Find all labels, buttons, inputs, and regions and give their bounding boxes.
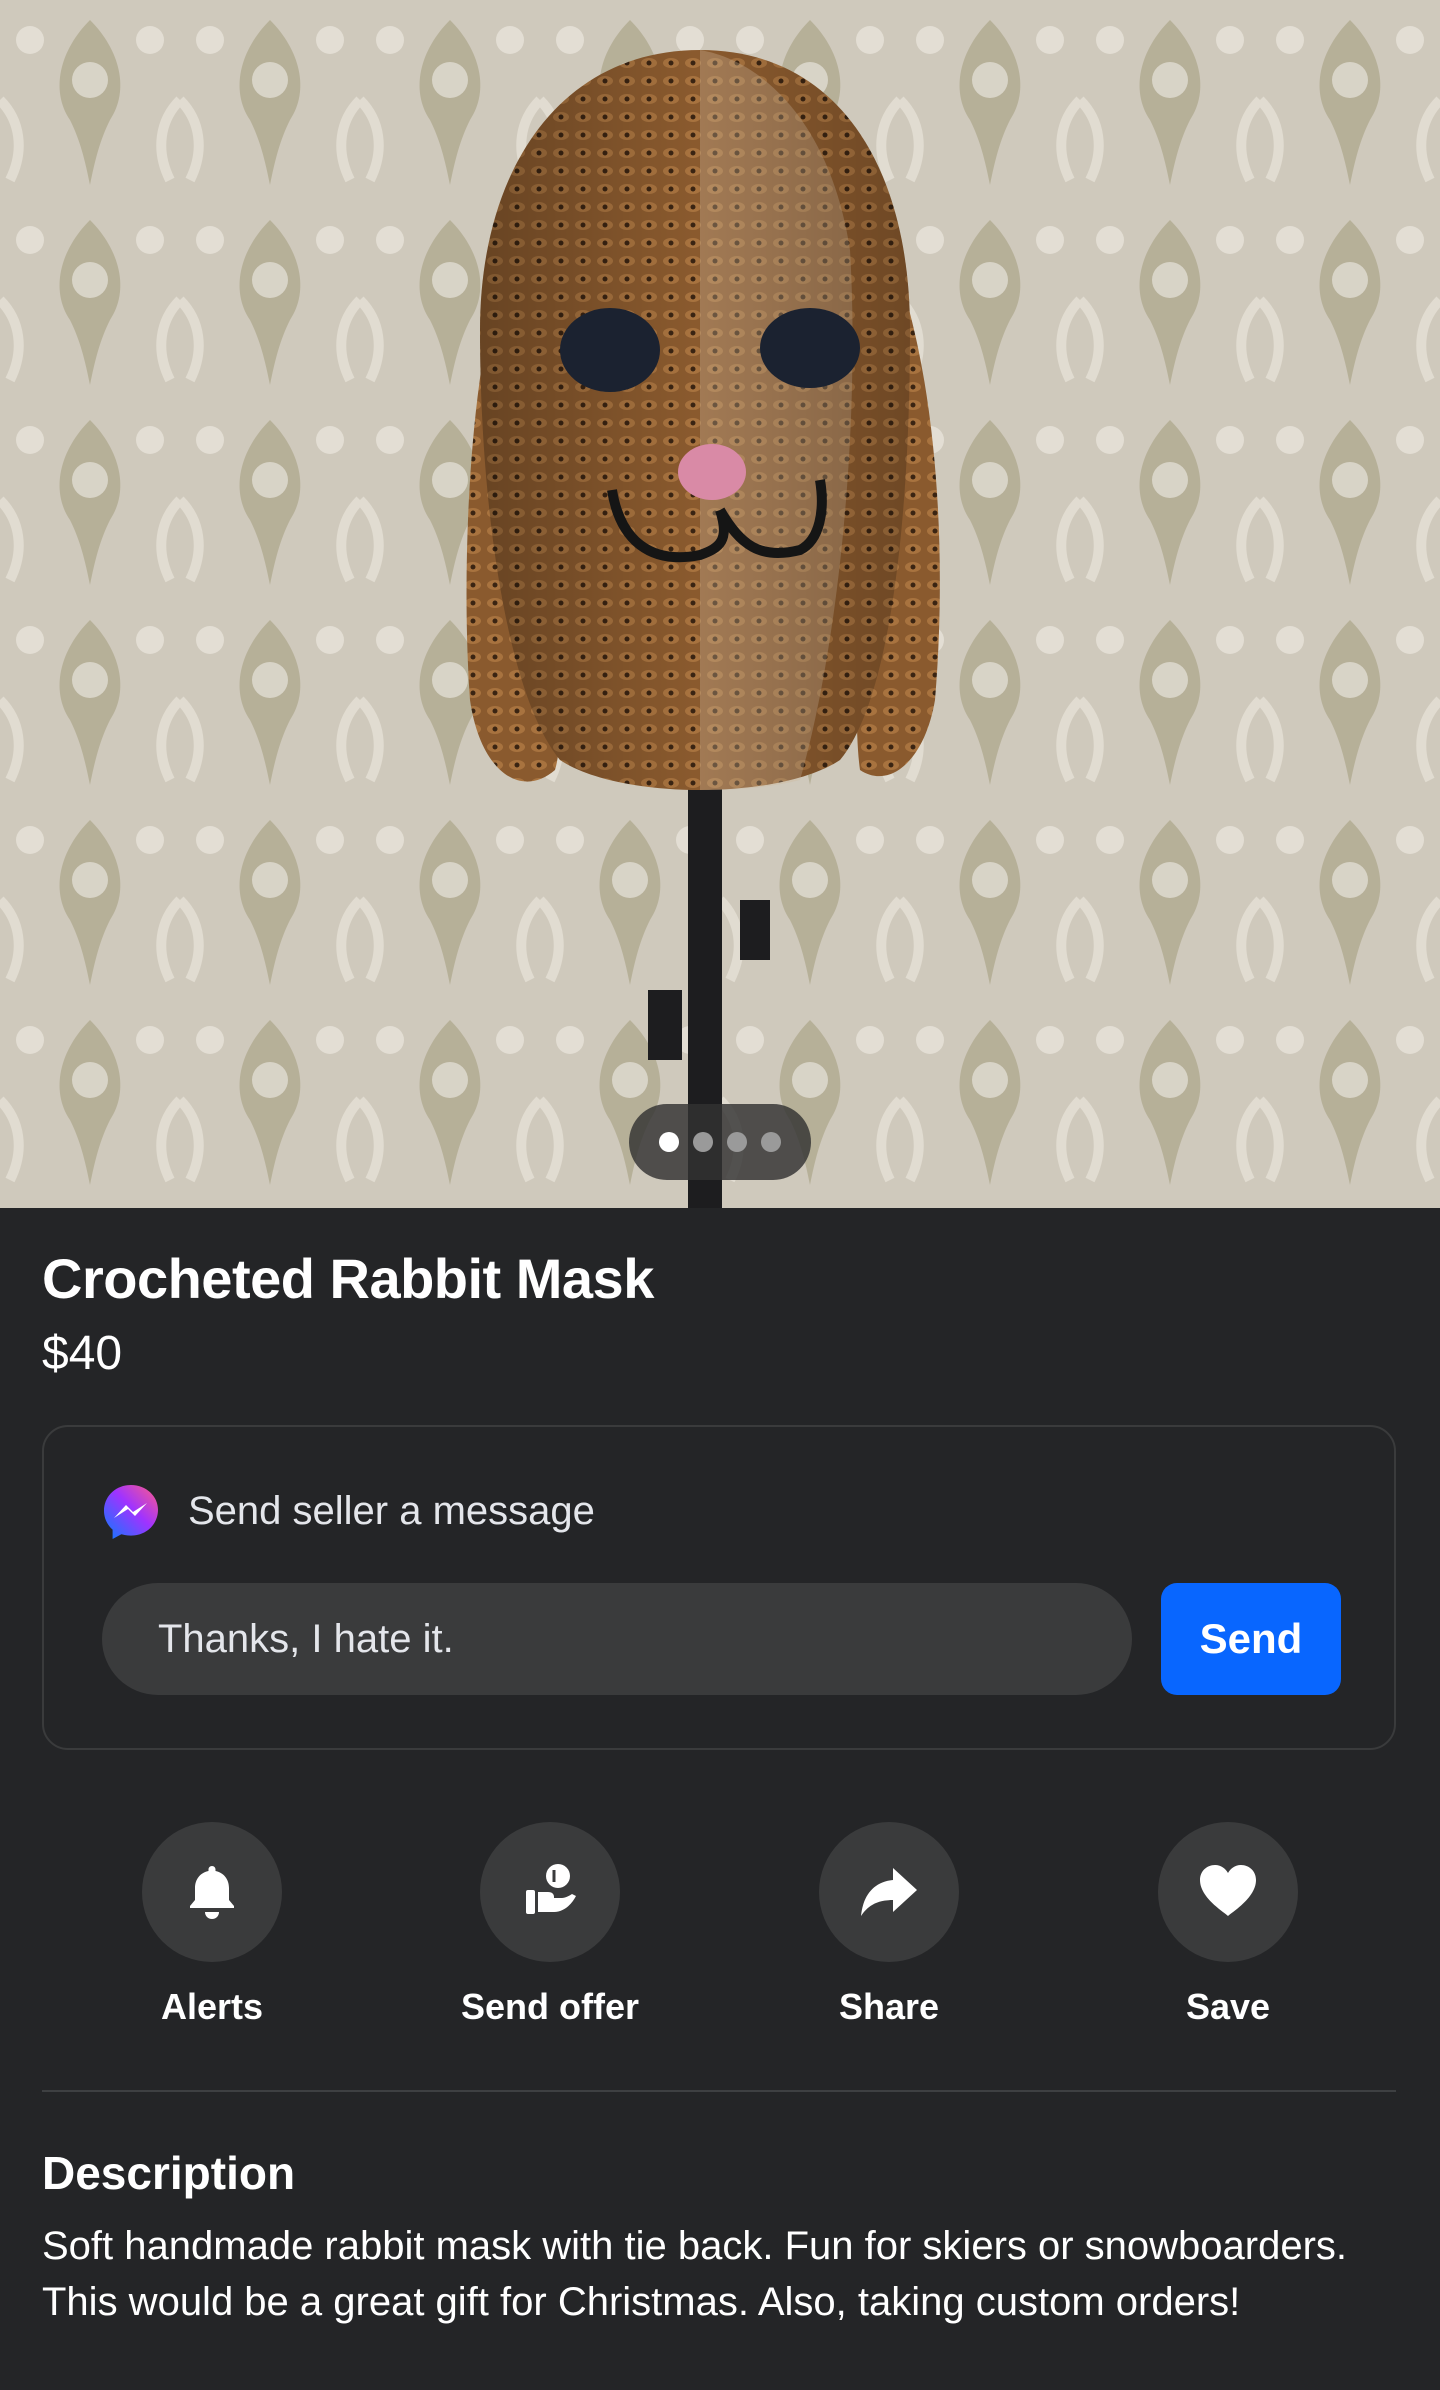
send-button[interactable]: Send [1161, 1583, 1341, 1695]
section-divider [42, 2090, 1396, 2092]
share-label: Share [838, 1986, 940, 2027]
photo-dot-4[interactable] [761, 1132, 781, 1152]
save-label: Save [1185, 1986, 1271, 2027]
photo-pagination[interactable] [629, 1104, 811, 1180]
alerts-button[interactable]: Alerts [62, 1822, 362, 2028]
message-heading: Send seller a message [188, 1489, 595, 1533]
listing-price: $40 [42, 1327, 123, 1380]
action-bar: Alerts Send offer Share Save [0, 1822, 1440, 2052]
photo-dot-2[interactable] [693, 1132, 713, 1152]
share-button[interactable]: Share [739, 1822, 1039, 2028]
bell-icon [190, 1866, 234, 1919]
description-heading: Description [42, 2147, 296, 2199]
listing-title: Crocheted Rabbit Mask [42, 1247, 654, 1310]
message-seller-card: Send seller a message Send [42, 1425, 1396, 1750]
photo-dot-1[interactable] [659, 1132, 679, 1152]
crocheted-mask-image [0, 0, 1440, 1208]
send-offer-button[interactable]: Send offer [400, 1822, 700, 2028]
save-button[interactable]: Save [1078, 1822, 1378, 2028]
heart-icon [1200, 1865, 1256, 1916]
messenger-icon [104, 1485, 158, 1539]
photo-dot-3[interactable] [727, 1132, 747, 1152]
message-input[interactable] [102, 1583, 1132, 1695]
description-text: Soft handmade rabbit mask with tie back.… [42, 2224, 1348, 2324]
listing-photo[interactable] [0, 0, 1440, 1208]
share-icon [861, 1868, 917, 1916]
send-offer-label: Send offer [460, 1986, 639, 2027]
offer-icon [526, 1864, 576, 1914]
alerts-label: Alerts [160, 1986, 264, 2027]
